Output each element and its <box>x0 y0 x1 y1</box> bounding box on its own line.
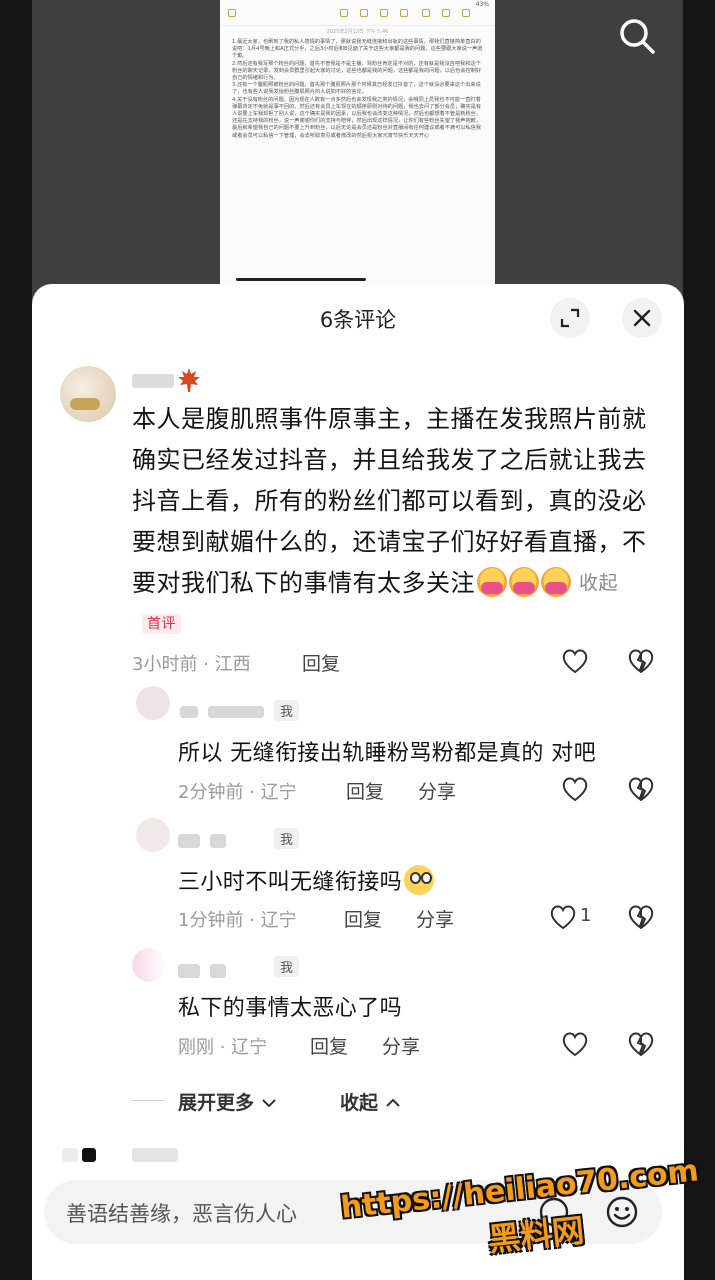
me-badge: 我 <box>274 700 300 721</box>
close-button[interactable] <box>622 298 662 338</box>
doc-checklist-icon <box>340 9 348 17</box>
reply-text-row: 三小时不叫无缝衔接吗 <box>178 864 435 896</box>
username-blurred[interactable] <box>210 834 226 848</box>
reply-button[interactable]: 回复 <box>346 777 384 804</box>
dislike-icon[interactable] <box>626 774 656 804</box>
video-right-edge <box>683 0 715 1280</box>
battery-status: 43% <box>475 1 489 8</box>
username-blurred[interactable] <box>210 964 226 978</box>
doc-toolbar: 43% <box>220 0 495 26</box>
me-badge: 我 <box>274 956 300 977</box>
doc-paragraph: 2.然后还有我写那个粉丝的问题，首先不管我是不是主播，骂粉丝肯定是不对的，还有就… <box>232 60 482 82</box>
username-blurred[interactable] <box>208 706 264 718</box>
avatar[interactable] <box>60 366 116 422</box>
hugging-emoji <box>477 567 507 597</box>
dislike-icon[interactable] <box>626 646 656 676</box>
expand-sheet-button[interactable] <box>550 298 590 338</box>
doc-share-icon <box>422 9 430 17</box>
expand-icon <box>560 308 580 328</box>
expand-more-button[interactable]: 展开更多 <box>178 1088 277 1115</box>
avatar[interactable] <box>132 948 166 982</box>
chevron-up-icon <box>385 1098 400 1107</box>
astonished-emoji <box>404 865 435 895</box>
avatar[interactable] <box>136 686 170 720</box>
hugging-emoji <box>509 567 539 597</box>
doc-resize-icon <box>228 9 236 17</box>
reply-meta: 刚刚 · 辽宁 <box>178 1037 268 1058</box>
reply-text: 私下的事情太恶心了吗 <box>178 996 403 1021</box>
doc-paragraph: 1.最近大家，也刷到了我的私人感情的事情了，那就说我无缝连接和出轨的这些事情。那… <box>232 39 483 60</box>
collapse-button[interactable]: 收起 <box>340 1088 401 1115</box>
username-blurred[interactable] <box>178 964 200 978</box>
username-blurred[interactable] <box>132 374 174 388</box>
like-icon[interactable] <box>560 646 590 676</box>
reply-text: 所以 无缝衔接出轨睡粉骂粉都是真的 对吧 <box>178 741 596 766</box>
collapse-label: 收起 <box>340 1092 379 1114</box>
like-icon[interactable] <box>548 902 578 932</box>
doc-paragraph: 4.关于没有粉丝的问题，因为现在人数有一点多然后也会发现我之类的情况，会哦同上员… <box>232 96 482 139</box>
doc-edit-icon <box>462 9 470 17</box>
expand-more-label: 展开更多 <box>178 1092 255 1114</box>
username-blurred <box>62 1148 78 1162</box>
hugging-emoji <box>541 567 571 597</box>
search-icon[interactable] <box>615 14 659 58</box>
comment-meta: 3小时前 · 江西 <box>132 654 251 675</box>
share-button[interactable]: 分享 <box>382 1032 420 1059</box>
share-button[interactable]: 分享 <box>418 777 456 804</box>
reply-text: 三小时不叫无缝衔接吗 <box>178 870 403 895</box>
comment-sheet: 6条评论 本人是腹肌照事件原事主，主播在发我照片前就确实已经发过抖音，并且给我发… <box>32 284 684 1280</box>
reply-button[interactable]: 回复 <box>344 905 382 932</box>
doc-camera-icon <box>400 9 408 17</box>
reply-meta: 2分钟前 · 辽宁 <box>178 782 297 803</box>
avatar[interactable] <box>136 818 170 852</box>
doc-paragraph: 3.还有一个腹肌照被粉丝的问题，首先那个腹肌照片那个时候其已经发过抖音了，这个就… <box>232 82 481 96</box>
username-blurred[interactable] <box>180 706 198 718</box>
me-badge: 我 <box>274 828 300 849</box>
dislike-icon[interactable] <box>626 1029 656 1059</box>
maple-leaf-icon <box>176 366 202 398</box>
divider <box>132 1100 164 1101</box>
close-icon <box>633 309 651 327</box>
like-count: 1 <box>580 905 592 926</box>
comment-input-placeholder: 善语结善缘，恶言伤人心 <box>66 1202 297 1226</box>
chevron-down-icon <box>261 1099 276 1108</box>
reply-button[interactable]: 回复 <box>302 649 340 676</box>
doc-more-icon <box>442 9 450 17</box>
first-comment-badge: 首评 <box>142 614 181 634</box>
username-blurred <box>132 1148 178 1162</box>
avatar-detail <box>70 398 100 410</box>
like-icon[interactable] <box>560 774 590 804</box>
main-comment-text: 本人是腹肌照事件原事主，主播在发我照片前就确实已经发过抖音，并且给我发了之后就让… <box>132 405 647 597</box>
doc-text-icon <box>360 9 368 17</box>
background-document: 43% 2025年2月12日 下午 5:46 1.最近大家，也刷到了我的私人感情… <box>220 0 495 284</box>
emoji-icon[interactable] <box>604 1194 640 1230</box>
username-blurred[interactable] <box>178 834 200 848</box>
main-comment-body: 本人是腹肌照事件原事主，主播在发我照片前就确实已经发过抖音，并且给我发了之后就让… <box>132 399 662 645</box>
doc-body: 1.最近大家，也刷到了我的私人感情的事情了，那就说我无缝连接和出轨的这些事情。那… <box>220 35 495 144</box>
dislike-icon[interactable] <box>626 902 656 932</box>
doc-table-icon <box>380 9 388 17</box>
doc-home-indicator <box>236 278 366 281</box>
like-icon[interactable] <box>560 1029 590 1059</box>
share-button[interactable]: 分享 <box>416 905 454 932</box>
video-left-edge <box>0 0 32 1280</box>
reply-button[interactable]: 回复 <box>310 1032 348 1059</box>
doc-date: 2025年2月12日 下午 5:46 <box>326 29 389 35</box>
fold-comment-link[interactable]: 收起 <box>579 572 618 594</box>
avatar-peek <box>82 1148 96 1162</box>
reply-meta: 1分钟前 · 辽宁 <box>178 910 297 931</box>
